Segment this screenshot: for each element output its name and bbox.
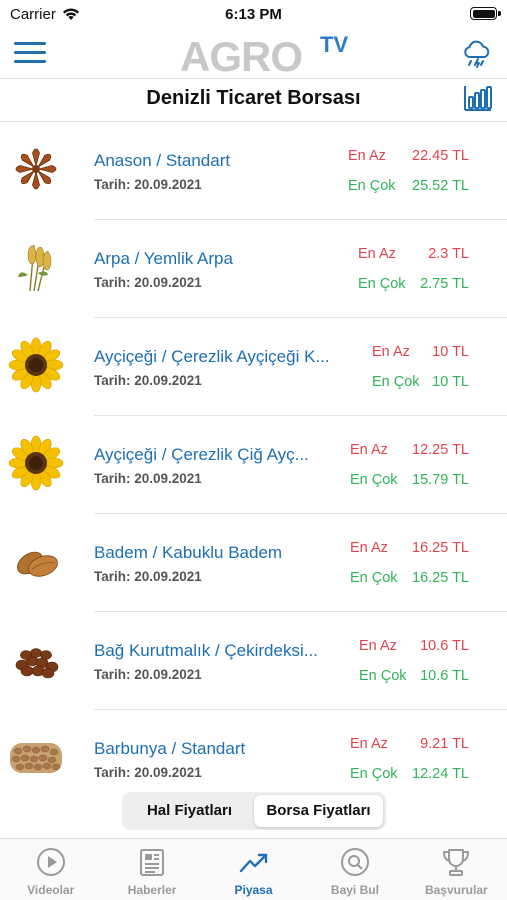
price-list: Anason / Standart Tarih: 20.09.2021 En A…: [0, 122, 507, 808]
list-item[interactable]: Ayçiçeği / Çerezlik Ayçiçeği K... Tarih:…: [0, 318, 507, 416]
tab-bayi-bul[interactable]: Bayi Bul: [304, 839, 405, 900]
play-circle-icon: [36, 848, 65, 876]
max-price-label: En Çok: [350, 766, 398, 782]
bar-chart-icon[interactable]: [463, 83, 493, 113]
tab-label: Bayi Bul: [330, 883, 379, 897]
max-price-label: En Çok: [350, 570, 398, 586]
list-item[interactable]: Bağ Kurutmalık / Çekirdeksi... Tarih: 20…: [0, 612, 507, 710]
max-price-value: 10.6 TL: [420, 668, 469, 684]
min-price-label: En Az: [358, 246, 396, 262]
tab-haberler[interactable]: Haberler: [101, 839, 202, 900]
list-item[interactable]: Anason / Standart Tarih: 20.09.2021 En A…: [0, 122, 507, 220]
tab-label: Videolar: [27, 883, 75, 897]
segment-hal-fiyatlari[interactable]: Hal Fiyatları: [125, 795, 254, 827]
min-price-value: 10.6 TL: [420, 638, 469, 654]
max-price-label: En Çok: [372, 374, 420, 390]
min-price-label: En Az: [350, 540, 388, 556]
tab-label: Piyasa: [234, 883, 273, 897]
max-price-value: 2.75 TL: [420, 276, 469, 292]
item-name: Badem / Kabuklu Badem: [94, 543, 283, 562]
min-price-value: 16.25 TL: [412, 540, 469, 556]
sunflower-icon: [8, 337, 64, 393]
item-date: Tarih: 20.09.2021: [94, 275, 202, 290]
raisin-icon: [15, 648, 59, 679]
item-name: Bağ Kurutmalık / Çekirdeksi...: [94, 641, 318, 660]
logo-main-text: AGRO: [180, 33, 303, 80]
almond-icon: [17, 551, 58, 577]
newspaper-icon: [140, 849, 165, 876]
tab-piyasa[interactable]: Piyasa: [203, 839, 304, 900]
min-price-label: En Az: [348, 148, 386, 164]
max-price-value: 12.24 TL: [412, 766, 469, 782]
hamburger-menu-icon[interactable]: [14, 42, 46, 66]
search-circle-icon: [340, 848, 369, 876]
status-time: 6:13 PM: [225, 6, 282, 23]
app-logo: AGRO TV: [180, 32, 355, 80]
max-price-label: En Çok: [358, 276, 406, 292]
item-date: Tarih: 20.09.2021: [94, 177, 202, 192]
item-name: Ayçiçeği / Çerezlik Ayçiçeği K...: [94, 347, 330, 366]
min-price-label: En Az: [350, 442, 388, 458]
status-bar: Carrier 6:13 PM: [0, 0, 507, 30]
max-price-value: 10 TL: [432, 374, 469, 390]
min-price-value: 22.45 TL: [412, 148, 469, 164]
list-item[interactable]: Ayçiçeği / Çerezlik Çiğ Ayç... Tarih: 20…: [0, 416, 507, 514]
item-date: Tarih: 20.09.2021: [94, 471, 202, 486]
max-price-value: 25.52 TL: [412, 178, 469, 194]
min-price-label: En Az: [372, 344, 410, 360]
max-price-label: En Çok: [348, 178, 396, 194]
trend-up-icon: [239, 853, 267, 873]
min-price-value: 10 TL: [432, 344, 469, 360]
market-type-segmented-control: Hal Fiyatları Borsa Fiyatları: [122, 792, 386, 830]
battery-icon: [470, 7, 497, 20]
max-price-value: 15.79 TL: [412, 472, 469, 488]
min-price-label: En Az: [350, 736, 388, 752]
tab-basvurular[interactable]: Başvurular: [406, 839, 507, 900]
item-name: Barbunya / Standart: [94, 739, 246, 758]
max-price-label: En Çok: [350, 472, 398, 488]
item-date: Tarih: 20.09.2021: [94, 667, 202, 682]
item-date: Tarih: 20.09.2021: [94, 765, 202, 780]
min-price-label: En Az: [359, 638, 397, 654]
title-bar: Denizli Ticaret Borsası: [0, 79, 507, 121]
logo-tv-text: TV: [320, 32, 349, 57]
min-price-value: 12.25 TL: [412, 442, 469, 458]
cloud-rain-icon[interactable]: [461, 38, 493, 70]
item-date: Tarih: 20.09.2021: [94, 373, 202, 388]
item-date: Tarih: 20.09.2021: [94, 569, 202, 584]
top-nav: AGRO TV: [0, 30, 507, 78]
min-price-value: 2.3 TL: [428, 246, 469, 262]
beans-icon: [10, 743, 62, 773]
tab-videolar[interactable]: Videolar: [0, 839, 101, 900]
item-name: Arpa / Yemlik Arpa: [94, 249, 233, 268]
max-price-value: 16.25 TL: [412, 570, 469, 586]
list-item[interactable]: Arpa / Yemlik Arpa Tarih: 20.09.2021 En …: [0, 220, 507, 318]
list-item[interactable]: Badem / Kabuklu Badem Tarih: 20.09.2021 …: [0, 514, 507, 612]
trophy-icon: [443, 849, 470, 876]
max-price-label: En Çok: [359, 668, 407, 684]
tab-bar: Videolar Haberler Piyasa Bayi Bul Başvur…: [0, 838, 507, 900]
star-anise-icon: [15, 148, 57, 190]
tab-label: Başvurular: [424, 883, 488, 897]
barley-icon: [18, 244, 52, 292]
segment-borsa-fiyatlari[interactable]: Borsa Fiyatları: [254, 795, 383, 827]
sunflower-icon: [8, 435, 64, 491]
item-name: Anason / Standart: [94, 151, 231, 170]
min-price-value: 9.21 TL: [420, 736, 469, 752]
page-title: Denizli Ticaret Borsası: [146, 87, 361, 109]
tab-label: Haberler: [127, 883, 177, 897]
item-name: Ayçiçeği / Çerezlik Çiğ Ayç...: [94, 445, 309, 464]
